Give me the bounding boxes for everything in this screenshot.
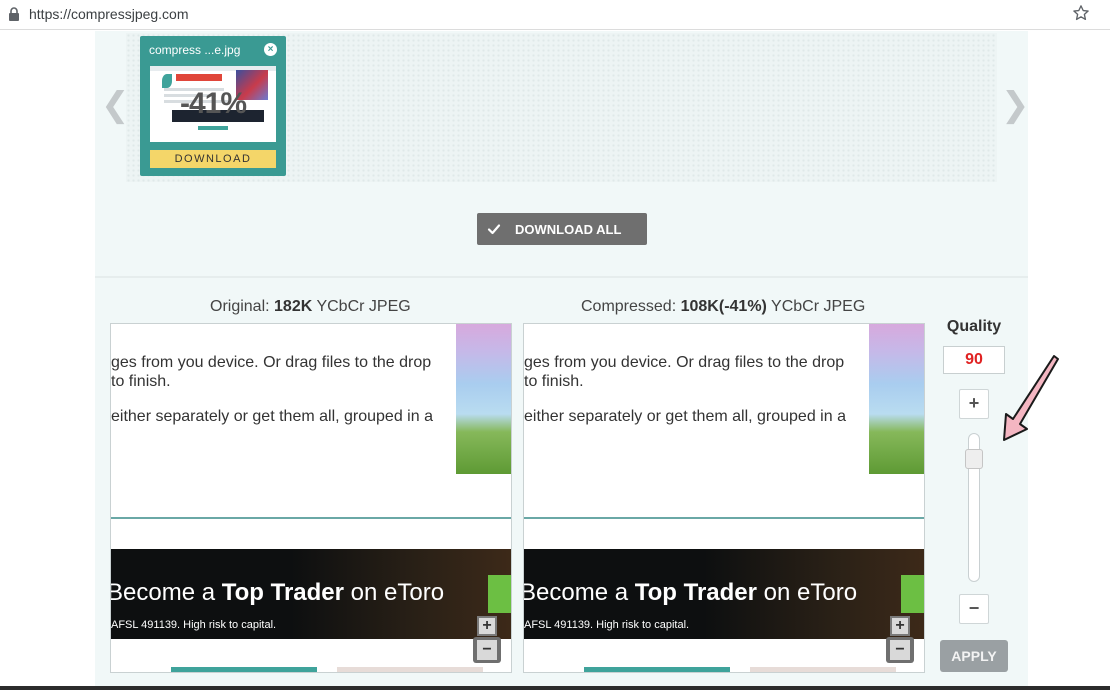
ad-headline: Become a Top Trader on eToro: [524, 579, 858, 606]
thumbnail-filename: compress ...e.jpg: [149, 43, 241, 57]
window-bottom-edge: [0, 686, 1110, 690]
apply-button[interactable]: APPLY: [940, 640, 1008, 672]
zoom-in-button[interactable]: +: [890, 616, 910, 636]
preview-light-button: [750, 667, 896, 672]
preview-text-line: either separately or get them all, group…: [111, 408, 433, 425]
carousel-next-arrow[interactable]: ❯: [1001, 88, 1030, 122]
original-format: YCbCr JPEG: [316, 298, 411, 315]
preview-text-line: to finish.: [111, 373, 171, 390]
preview-landscape-image: [456, 324, 511, 474]
compressed-caption: Compressed: 108K(-41%) YCbCr JPEG: [581, 298, 865, 316]
original-caption: Original: 182K YCbCr JPEG: [210, 298, 411, 316]
preview-light-button: [337, 667, 483, 672]
preview-divider: [111, 517, 511, 519]
compressed-size: 108K(-41%): [680, 298, 767, 315]
checkmark-icon: [487, 224, 501, 235]
ad-cta-button: [488, 575, 511, 613]
thumbnail-download-button[interactable]: DOWNLOAD: [150, 150, 276, 168]
file-thumbnail-card[interactable]: compress ...e.jpg × -41% DOWNLOAD: [140, 36, 286, 176]
quality-label: Quality: [946, 318, 1002, 335]
compressed-format: YCbCr JPEG: [771, 298, 866, 315]
savings-percentage: -41%: [179, 87, 247, 120]
compressed-caption-prefix: Compressed:: [581, 298, 677, 315]
zoom-out-button[interactable]: −: [473, 637, 501, 663]
quality-slider-handle[interactable]: [965, 449, 983, 469]
preview-teal-button: [171, 667, 317, 672]
preview-text-line: ges from you device. Or drag files to th…: [524, 354, 845, 371]
section-divider: [95, 276, 1028, 278]
preview-text-line: ges from you device. Or drag files to th…: [111, 354, 432, 371]
download-all-label: DOWNLOAD ALL: [515, 222, 622, 237]
preview-ad-banner: Become a Top Trader on eToro AFSL 491139…: [111, 549, 511, 639]
preview-text-line: either separately or get them all, group…: [524, 408, 846, 425]
ad-disclaimer: AFSL 491139. High risk to capital.: [111, 619, 277, 631]
original-caption-prefix: Original:: [210, 298, 270, 315]
url-field[interactable]: https://compressjpeg.com: [0, 0, 1110, 30]
zoom-out-button[interactable]: −: [886, 637, 914, 663]
preview-landscape-image: [869, 324, 924, 474]
zoom-in-button[interactable]: +: [477, 616, 497, 636]
lock-icon: [9, 7, 19, 21]
ad-headline: Become a Top Trader on eToro: [111, 579, 445, 606]
preview-teal-button: [584, 667, 730, 672]
preview-ad-banner: Become a Top Trader on eToro AFSL 491139…: [524, 549, 924, 639]
quality-decrease-button[interactable]: −: [959, 594, 989, 624]
preview-divider: [524, 517, 924, 519]
download-all-button[interactable]: DOWNLOAD ALL: [477, 213, 647, 245]
annotation-arrow-icon: [1003, 355, 1059, 441]
original-size: 182K: [274, 298, 313, 315]
original-image-viewer[interactable]: ges from you device. Or drag files to th…: [110, 323, 512, 673]
minus-icon: −: [890, 640, 910, 660]
quality-increase-button[interactable]: +: [959, 389, 989, 419]
browser-address-bar: https://compressjpeg.com: [0, 0, 1110, 30]
url-text: https://compressjpeg.com: [29, 6, 189, 22]
star-icon[interactable]: [1072, 4, 1090, 22]
compressed-image-viewer[interactable]: ges from you device. Or drag files to th…: [523, 323, 925, 673]
ad-cta-button: [901, 575, 924, 613]
ad-disclaimer: AFSL 491139. High risk to capital.: [524, 619, 690, 631]
preview-text-line: to finish.: [524, 373, 584, 390]
carousel-prev-arrow[interactable]: ❮: [101, 88, 130, 122]
close-icon[interactable]: ×: [264, 43, 277, 56]
minus-icon: −: [477, 640, 497, 660]
